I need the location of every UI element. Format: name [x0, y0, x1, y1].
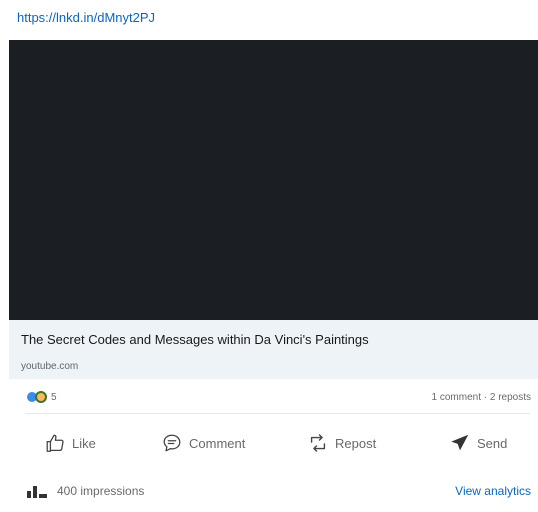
preview-title[interactable]: The Secret Codes and Messages within Da … — [21, 332, 369, 347]
action-bar: Like Comment Repost Send — [9, 425, 538, 461]
comment-button[interactable]: Comment — [161, 425, 245, 461]
divider — [25, 413, 530, 414]
comment-icon — [163, 434, 181, 452]
reactions-summary[interactable]: 5 — [26, 391, 57, 403]
celebrate-reaction-icon — [35, 391, 47, 403]
send-label: Send — [477, 435, 508, 451]
post-link[interactable]: https://lnkd.in/dMnyt2PJ — [17, 10, 155, 25]
impressions-summary: 400 impressions — [26, 484, 144, 498]
bar-chart-icon — [27, 486, 47, 498]
comment-label: Comment — [189, 435, 246, 451]
repost-label: Repost — [335, 435, 377, 451]
send-button[interactable]: Send — [449, 425, 507, 461]
impressions-count: 400 impressions — [57, 484, 145, 498]
like-label: Like — [72, 435, 96, 451]
link-preview[interactable]: The Secret Codes and Messages within Da … — [9, 320, 538, 379]
repost-icon — [310, 434, 326, 452]
preview-source: youtube.com — [21, 361, 79, 372]
view-analytics-link[interactable]: View analytics — [455, 484, 531, 498]
send-icon — [451, 434, 469, 451]
reaction-count: 5 — [51, 391, 57, 403]
repost-button[interactable]: Repost — [307, 425, 376, 461]
video-thumbnail[interactable] — [9, 40, 538, 320]
comments-reposts-count[interactable]: 1 comment · 2 reposts — [432, 392, 531, 403]
analytics-footer: 400 impressions View analytics — [9, 480, 538, 504]
like-button[interactable]: Like — [44, 425, 96, 461]
left-edge — [0, 0, 9, 512]
social-counts: 5 1 comment · 2 reposts — [9, 386, 538, 408]
like-icon — [46, 434, 64, 452]
